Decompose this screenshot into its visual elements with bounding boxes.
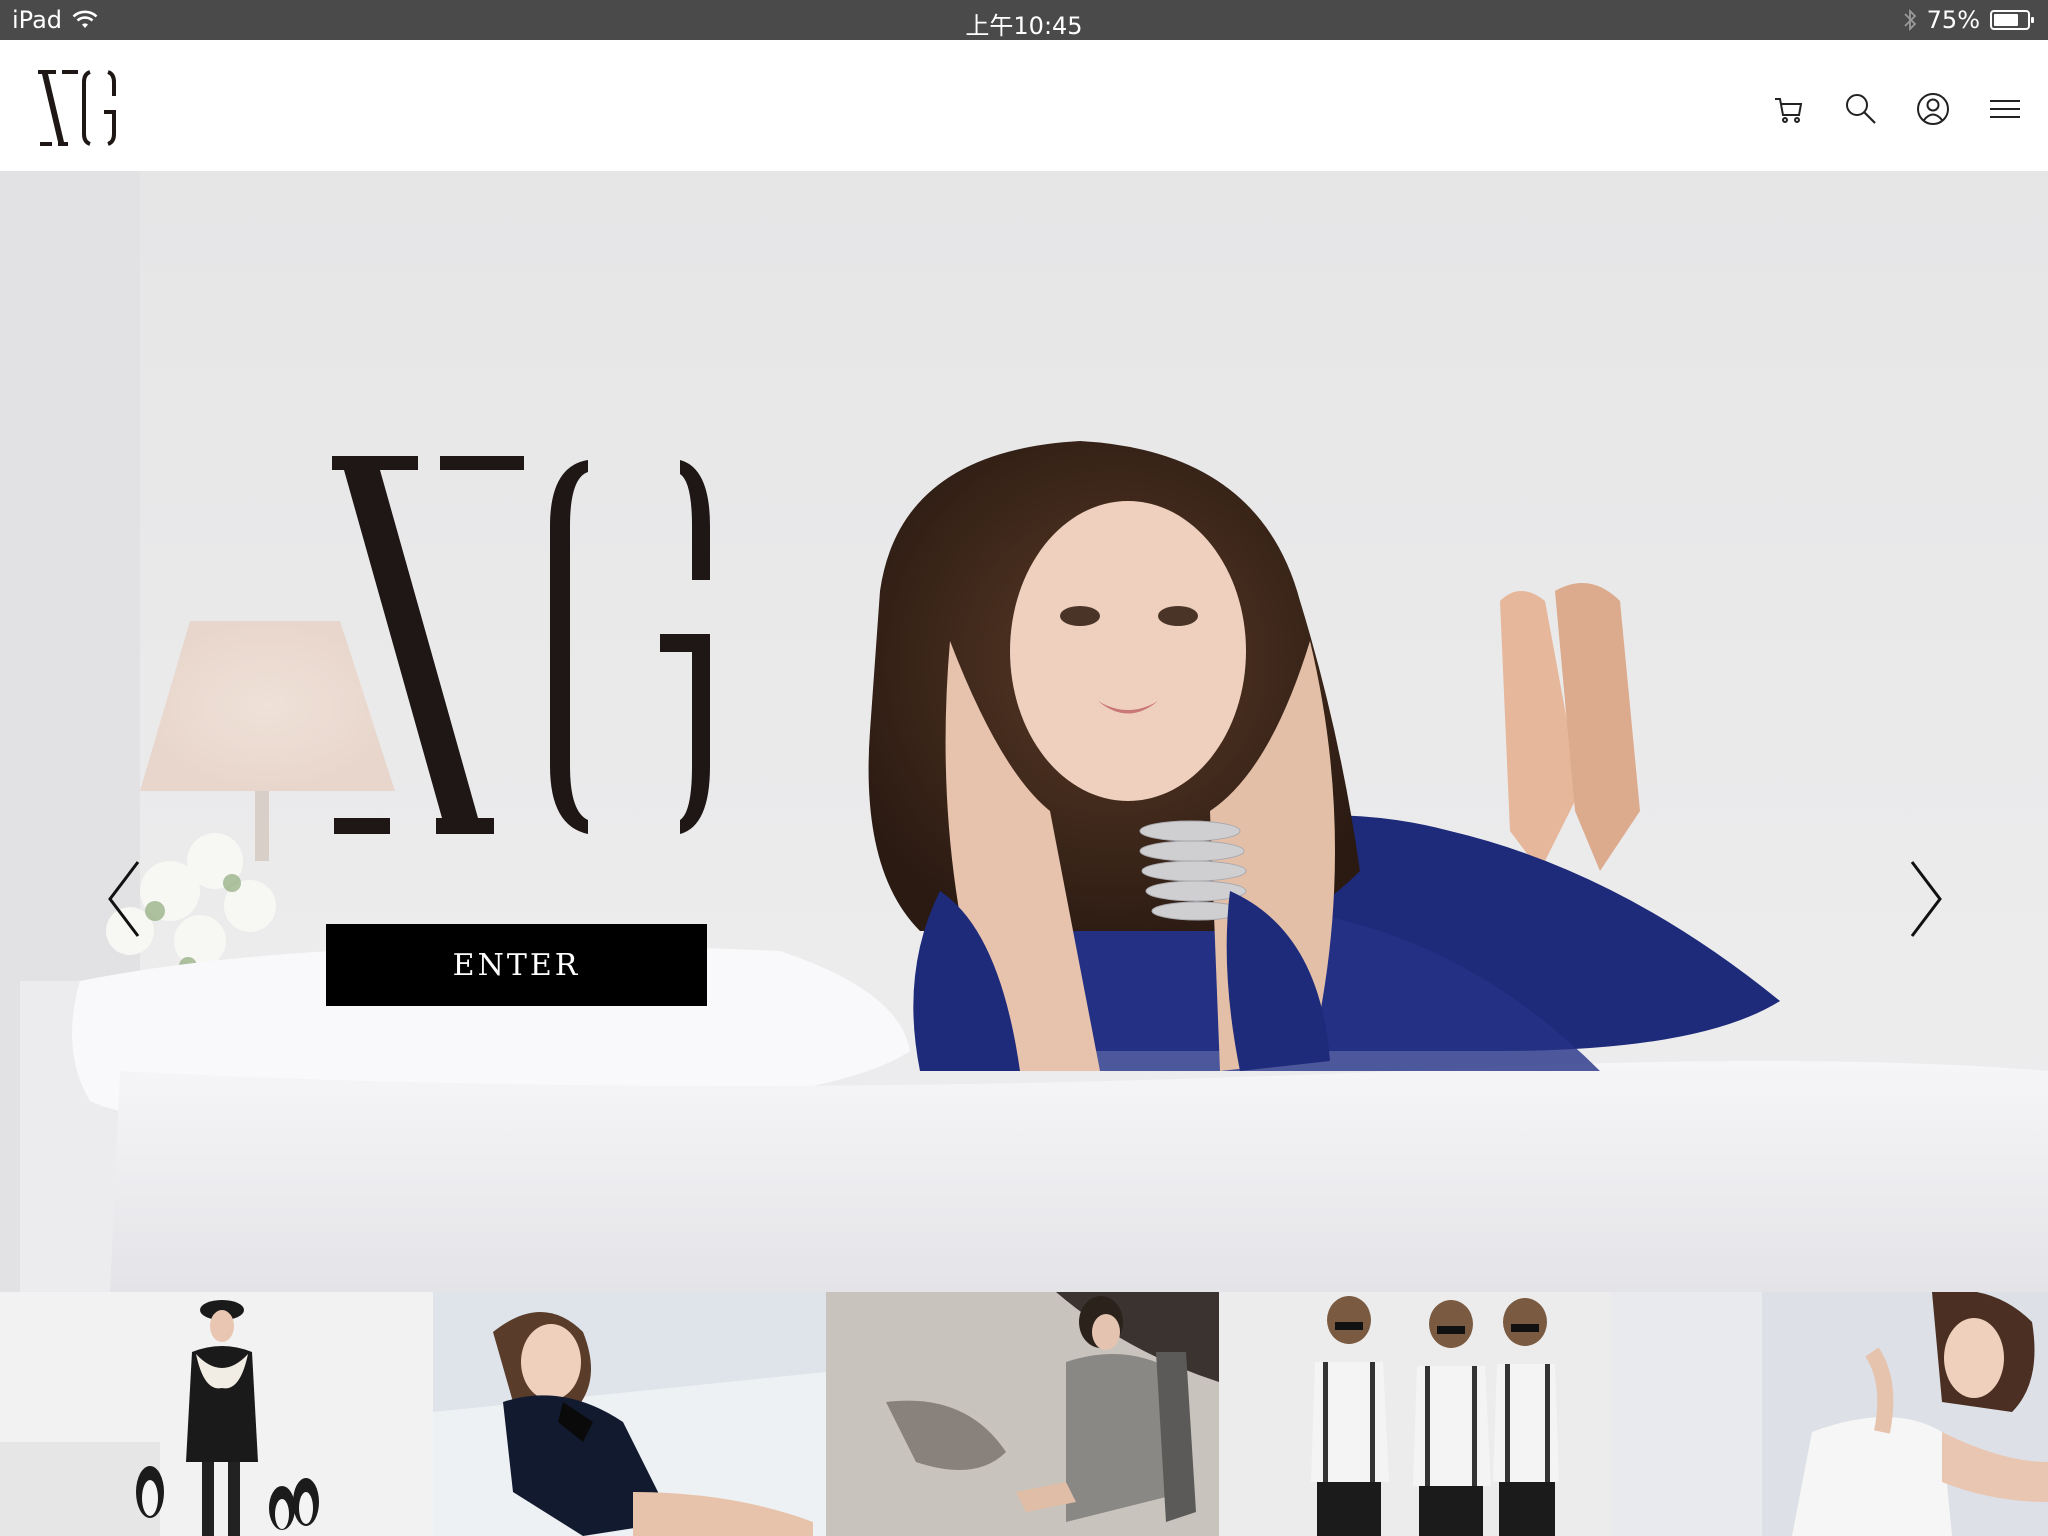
thumbnail-4[interactable]: [1219, 1292, 1612, 1536]
account-button[interactable]: [1912, 90, 1954, 132]
thumbnail-5[interactable]: [1612, 1292, 2048, 1536]
thumbnail-strip: [0, 1292, 2048, 1536]
device-label: iPad: [12, 6, 63, 34]
chevron-right-icon: [1900, 861, 1950, 948]
status-time: 上午10:45: [965, 12, 1083, 40]
cart-button[interactable]: [1768, 90, 1810, 132]
bluetooth-icon: [1903, 8, 1917, 32]
thumbnail-2[interactable]: [433, 1292, 826, 1536]
thumbnail-1[interactable]: [0, 1292, 433, 1536]
battery-icon: [1990, 9, 2036, 31]
menu-icon: [1988, 92, 2022, 131]
status-bar: iPad 上午10:45 75%: [0, 0, 2048, 40]
chevron-left-icon: [100, 861, 150, 948]
brand-logo[interactable]: [36, 68, 118, 148]
cart-icon: [1772, 92, 1806, 131]
battery-percent: 75%: [1926, 6, 1980, 34]
hero-logo: [330, 456, 710, 836]
hero-image: [0, 171, 2048, 1292]
carousel-prev-button[interactable]: [100, 854, 150, 944]
enter-label: ENTER: [452, 947, 581, 983]
site-header: [0, 40, 2048, 171]
enter-button[interactable]: ENTER: [326, 924, 707, 1006]
account-icon: [1916, 92, 1950, 131]
menu-button[interactable]: [1984, 90, 2026, 132]
hero-banner: ENTER: [0, 171, 2048, 1292]
search-icon: [1844, 92, 1878, 131]
carousel-next-button[interactable]: [1900, 854, 1950, 944]
search-button[interactable]: [1840, 90, 1882, 132]
thumbnail-3[interactable]: [826, 1292, 1219, 1536]
wifi-icon: [72, 10, 98, 30]
